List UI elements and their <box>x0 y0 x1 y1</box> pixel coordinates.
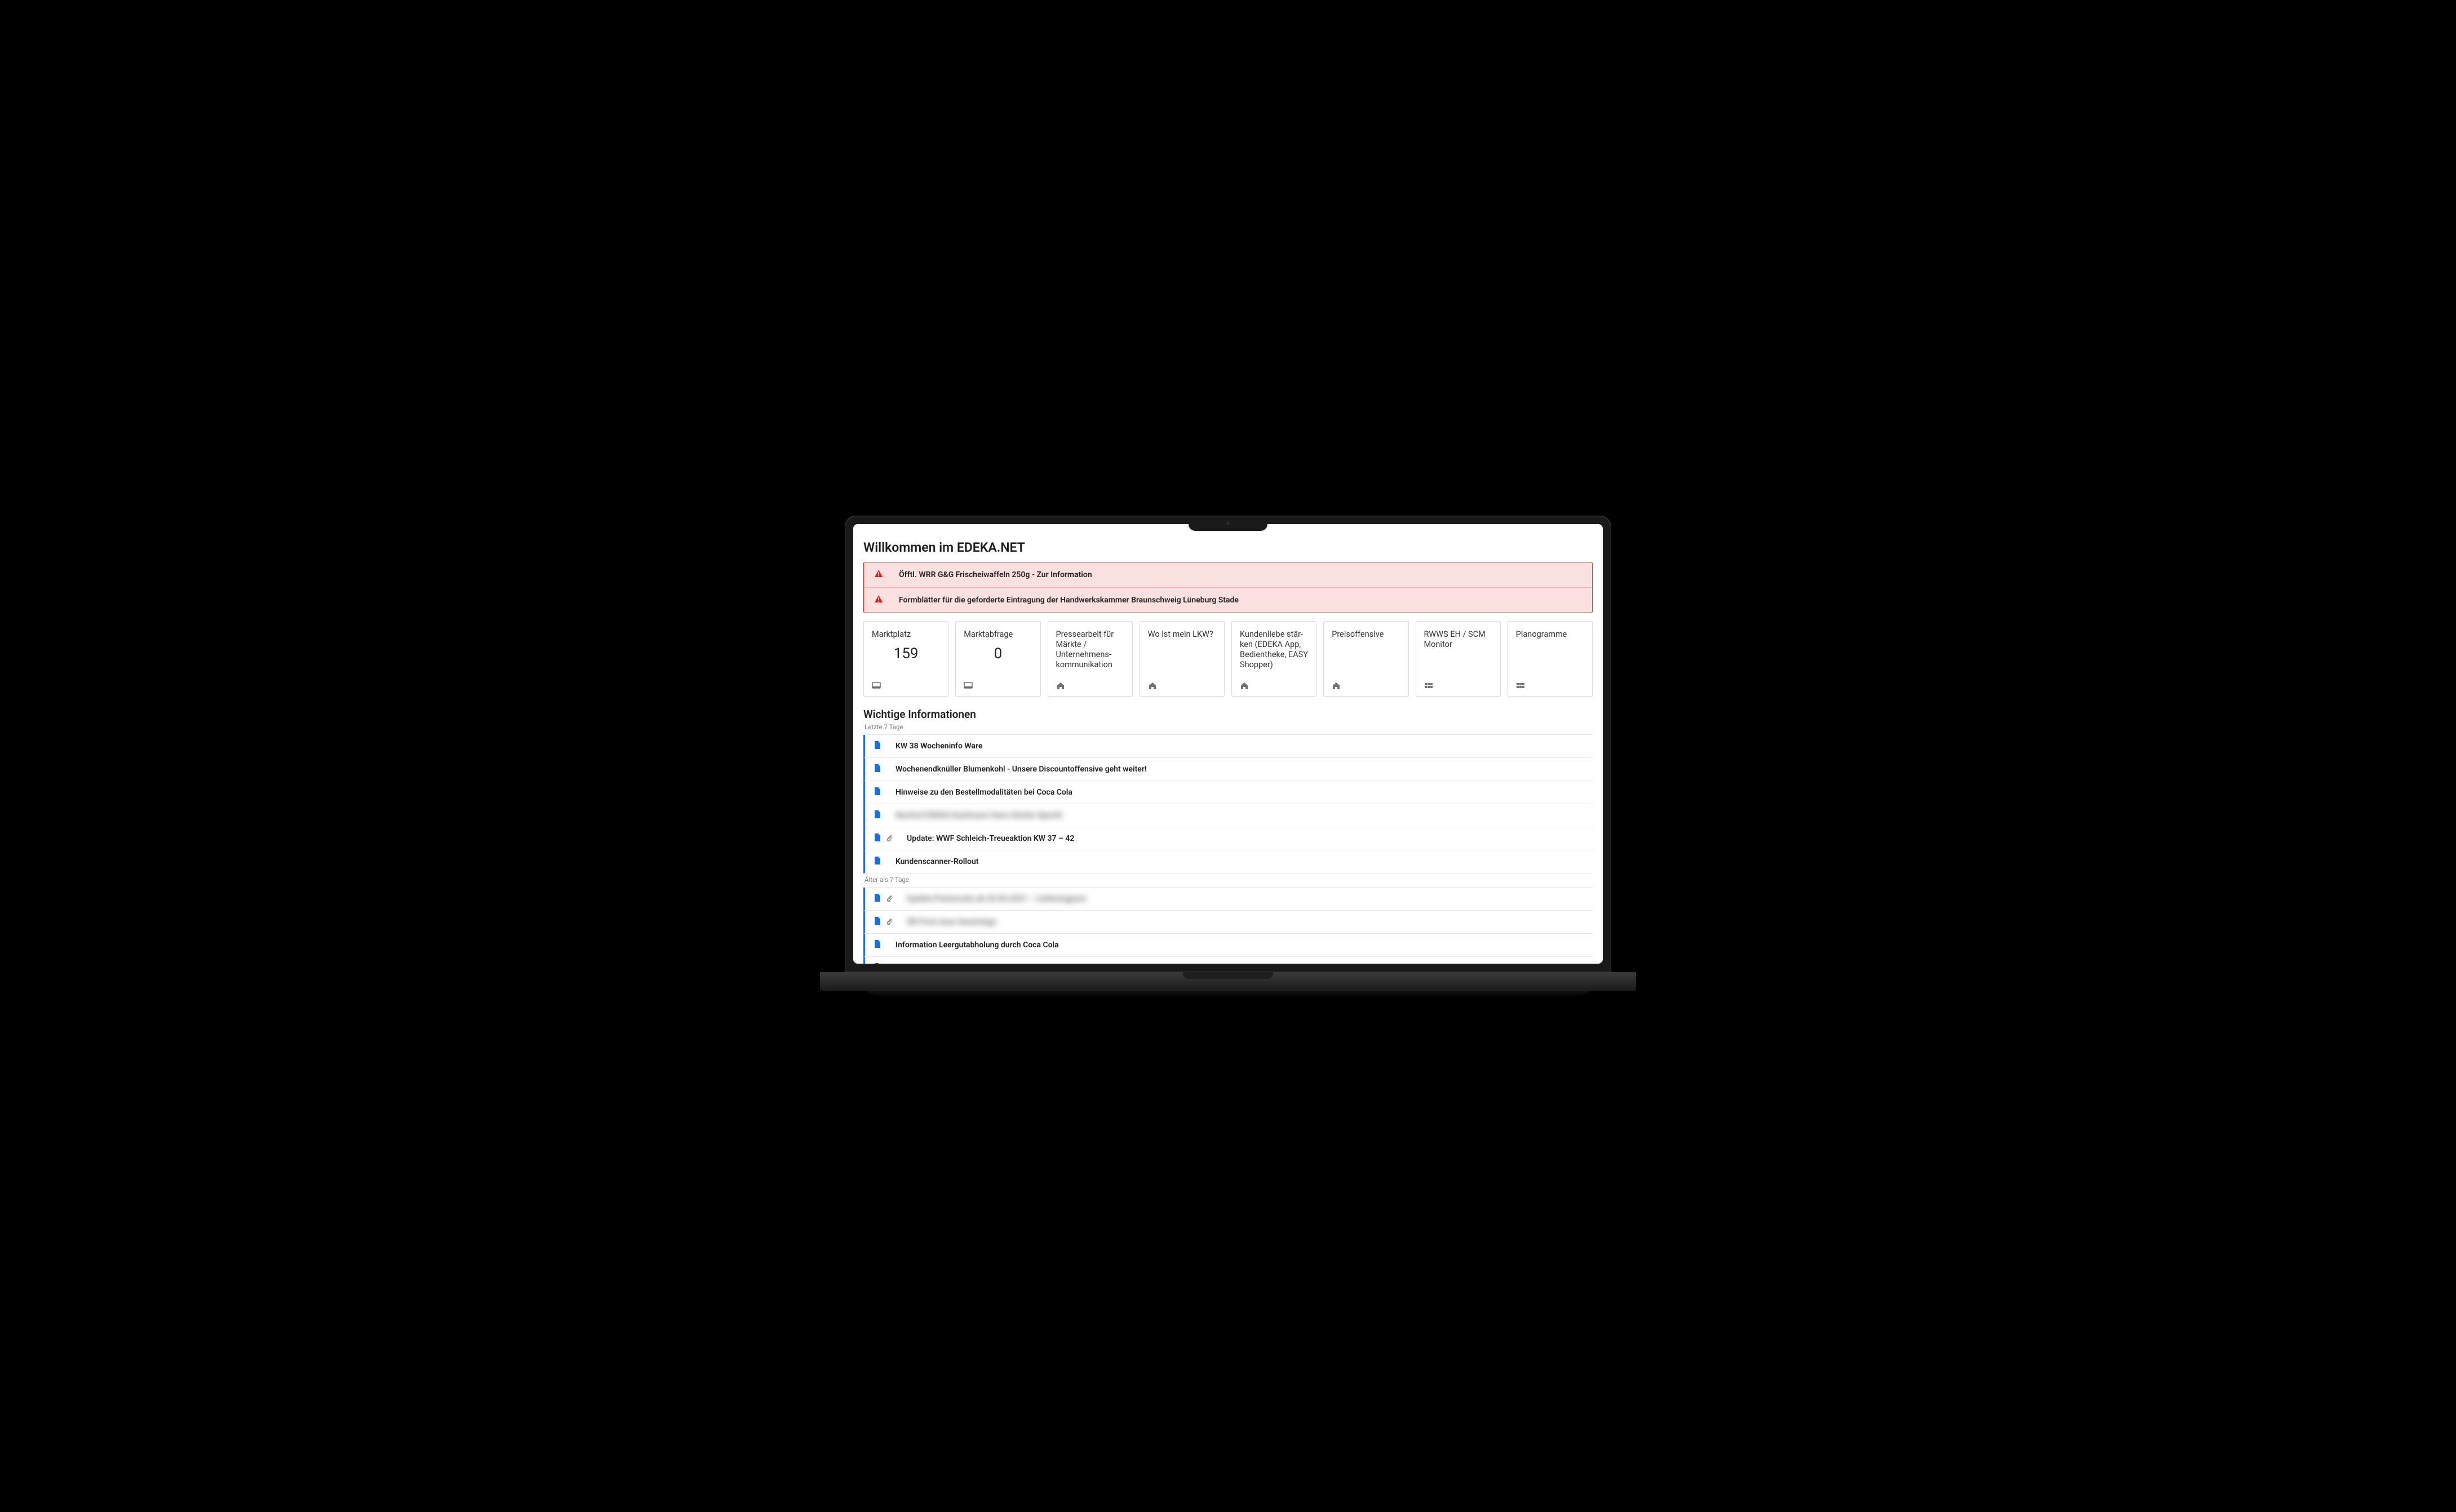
tile-footer <box>1332 681 1400 690</box>
laptop-screen: Willkommen im EDEKA.NET Öfftl. WRR G&G F… <box>853 524 1603 964</box>
page-title: Willkommen im EDEKA.NET <box>863 540 1593 555</box>
monitor-icon <box>872 681 881 690</box>
info-text: Kundenscanner-Rollout <box>895 857 978 866</box>
info-text: Update: WWF Schleich-Treueaktion KW 37 –… <box>907 834 1074 843</box>
tile-footer <box>964 681 1032 690</box>
laptop-base <box>820 972 1636 991</box>
tile-top: Wo ist mein LKW? <box>1148 629 1216 675</box>
home-icon <box>1240 681 1249 690</box>
document-icon <box>873 963 882 964</box>
tile-top: Pressearbeit für Märkte / Unternehmens­k… <box>1056 629 1124 675</box>
info-text: Hinweise zu den Bestellmodalitäten bei C… <box>895 788 1072 797</box>
document-icon <box>873 787 882 798</box>
document-icon <box>873 893 882 904</box>
info-row[interactable]: KW 38 Wocheninfo Ware <box>863 735 1593 758</box>
document-icon <box>873 810 882 821</box>
info-row[interactable]: Nachruf EDEKA Kaufmann Hans-Günter Spech… <box>863 804 1593 827</box>
home-icon <box>1056 681 1065 690</box>
info-text: Update Preisersatz ab 20.09.2021 – Liefe… <box>907 894 1087 903</box>
attachment-icon <box>885 833 893 844</box>
info-row[interactable]: Update: WWF Schleich-Treueaktion KW 37 –… <box>863 827 1593 850</box>
dashboard-tile[interactable]: Pressearbeit für Märkte / Unternehmens­k… <box>1048 621 1133 697</box>
alert-row[interactable]: Öfftl. WRR G&G Frischeiwaffeln 250g - Zu… <box>864 562 1592 587</box>
tile-title: Pressearbeit für Märkte / Unternehmens­k… <box>1056 629 1124 671</box>
alert-text: Formblätter für die geforderte Eintragun… <box>899 596 1239 605</box>
tile-top: RWWS EH / SCM Monitor <box>1424 629 1492 675</box>
dashboard-tile[interactable]: Planogramme <box>1508 621 1593 697</box>
document-icon <box>873 764 882 775</box>
grid-icon <box>1516 681 1525 690</box>
dashboard-tile[interactable]: Preisoffensive <box>1323 621 1408 697</box>
tile-footer <box>1240 681 1308 690</box>
document-icon <box>873 916 882 928</box>
dashboard-tile[interactable]: Marktabfrage 0 <box>955 621 1040 697</box>
info-text: KW 38 Wocheninfo Ware <box>895 742 982 751</box>
section-title-important-info: Wichtige Informationen <box>863 708 1593 721</box>
info-text: Information Leergutabholung durch Coca C… <box>895 941 1059 950</box>
warning-icon <box>874 569 883 580</box>
info-text: Wochenendknüller Blumenkohl - Unsere Dis… <box>895 765 1147 774</box>
tile-footer <box>1148 681 1216 690</box>
group-label-last-7-days: Letzte 7 Tage <box>865 723 1591 731</box>
info-text: Nachruf EDEKA Kaufmann Hans-Günter Spech… <box>895 811 1062 820</box>
document-icon <box>873 856 882 867</box>
monitor-icon <box>964 681 973 690</box>
attachment-icon <box>885 963 893 964</box>
tile-footer <box>1056 681 1124 690</box>
info-row[interactable]: Hinweise zu den Bestellmodalitäten bei C… <box>863 781 1593 804</box>
laptop-mockup: Willkommen im EDEKA.NET Öfftl. WRR G&G F… <box>845 516 1611 997</box>
home-icon <box>1332 681 1341 690</box>
alerts-container: Öfftl. WRR G&G Frischeiwaffeln 250g - Zu… <box>863 562 1593 613</box>
laptop-foot <box>867 991 1589 997</box>
info-row[interactable]: Information Leergutabholung durch Coca C… <box>863 934 1593 957</box>
info-row[interactable]: SB Frost neue Sauerteige <box>863 911 1593 934</box>
info-row[interactable]: KW 37 Tafelaktion "Kauf eins mehr!" <box>863 957 1593 964</box>
tile-footer <box>872 681 940 690</box>
dashboard-tile[interactable]: Kundenliebe stär­ken (EDEKA App, Bedient… <box>1231 621 1316 697</box>
group-label-older-7-days: Älter als 7 Tage <box>865 876 1591 884</box>
document-icon <box>873 939 882 951</box>
info-list-recent: KW 38 Wocheninfo Ware Wochenendknüller Bl… <box>863 734 1593 873</box>
tile-title: Wo ist mein LKW? <box>1148 629 1216 640</box>
tile-footer <box>1516 681 1584 690</box>
document-icon <box>873 833 882 844</box>
tile-top: Preisoffensive <box>1332 629 1400 675</box>
dashboard-tile[interactable]: RWWS EH / SCM Monitor <box>1416 621 1501 697</box>
camera-dot <box>1226 522 1230 525</box>
tile-top: Planogramme <box>1516 629 1584 675</box>
info-row[interactable]: Update Preisersatz ab 20.09.2021 – Liefe… <box>863 888 1593 911</box>
info-row[interactable]: Kundenscanner-Rollout <box>863 850 1593 873</box>
app-root: Willkommen im EDEKA.NET Öfftl. WRR G&G F… <box>853 524 1603 964</box>
tile-title: Planogramme <box>1516 629 1584 640</box>
tile-title: Marktabfrage <box>964 629 1032 640</box>
tile-title: Marktplatz <box>872 629 940 640</box>
tile-value: 159 <box>872 645 940 662</box>
info-text: SB Frost neue Sauerteige <box>907 917 996 926</box>
attachment-icon <box>885 917 893 927</box>
info-list-older: Update Preisersatz ab 20.09.2021 – Liefe… <box>863 887 1593 964</box>
attachment-icon <box>885 894 893 904</box>
tile-title: Kundenliebe stär­ken (EDEKA App, Bedient… <box>1240 629 1308 671</box>
dashboard-tile[interactable]: Wo ist mein LKW? <box>1140 621 1225 697</box>
info-row[interactable]: Wochenendknüller Blumenkohl - Unsere Dis… <box>863 758 1593 781</box>
dashboard-tile[interactable]: Marktplatz 159 <box>863 621 948 697</box>
alert-text: Öfftl. WRR G&G Frischeiwaffeln 250g - Zu… <box>899 570 1092 579</box>
tile-title: Preisoffensive <box>1332 629 1400 640</box>
tiles-row: Marktplatz 159 Marktabfrage 0 Pressearbeit f… <box>863 621 1593 697</box>
document-icon <box>873 741 882 752</box>
tile-top: Marktabfrage 0 <box>964 629 1032 675</box>
tile-top: Marktplatz 159 <box>872 629 940 675</box>
tile-footer <box>1424 681 1492 690</box>
tile-title: RWWS EH / SCM Monitor <box>1424 629 1492 650</box>
tile-top: Kundenliebe stär­ken (EDEKA App, Bedient… <box>1240 629 1308 675</box>
alert-row[interactable]: Formblätter für die geforderte Eintragun… <box>864 587 1592 613</box>
laptop-frame: Willkommen im EDEKA.NET Öfftl. WRR G&G F… <box>845 516 1611 972</box>
tile-value: 0 <box>964 645 1032 662</box>
laptop-notch <box>1189 516 1267 531</box>
warning-icon <box>874 595 883 606</box>
grid-icon <box>1424 681 1433 690</box>
home-icon <box>1148 681 1157 690</box>
